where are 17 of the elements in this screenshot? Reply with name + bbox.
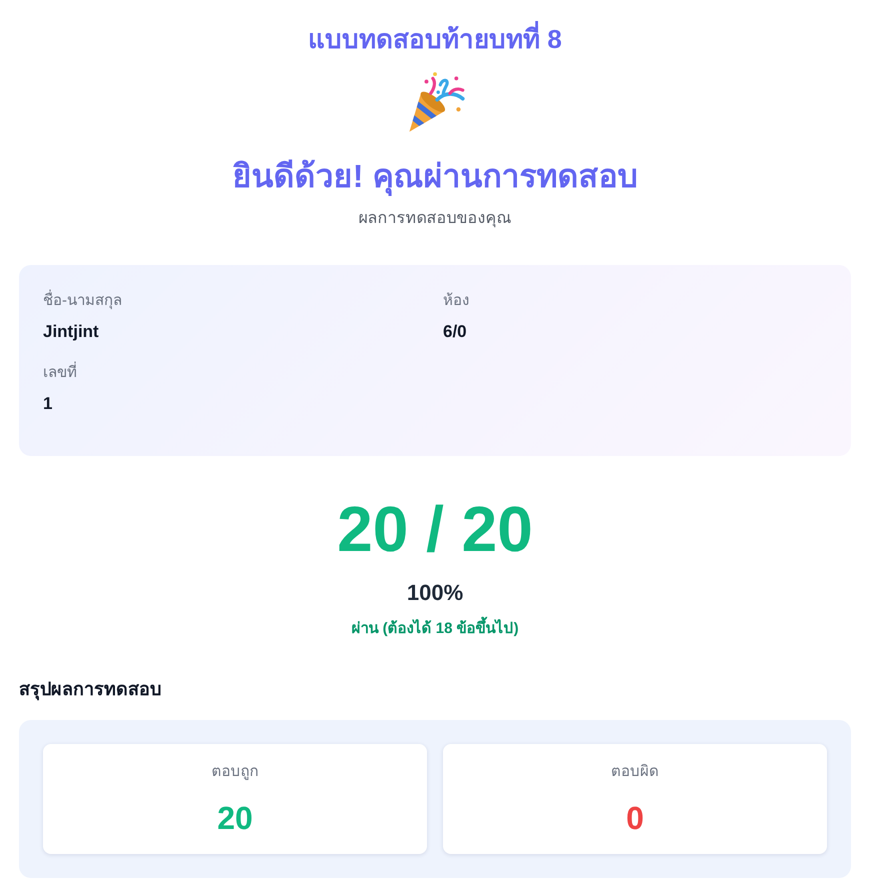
- congratulations-heading: ยินดีด้วย! คุณผ่านการทดสอบ: [232, 157, 638, 198]
- summary-title: สรุปผลการทดสอบ: [19, 678, 161, 701]
- pass-status: ผ่าน (ต้องได้ 18 ข้อขึ้นไป): [351, 619, 519, 639]
- stat-value: 20: [217, 799, 253, 838]
- quiz-title: แบบทดสอบท้ายบทที่ 8: [308, 22, 562, 56]
- field-value: 6/0: [443, 321, 467, 343]
- score-percent: 100%: [406, 579, 464, 607]
- field-value: Jintjint: [43, 321, 99, 343]
- field-label: ห้อง: [443, 291, 469, 311]
- score-value: 20 / 20: [337, 492, 533, 567]
- subtitle: ผลการทดสอบของคุณ: [358, 209, 512, 230]
- stat-label: ตอบถูก: [212, 762, 258, 782]
- field-value: 1: [43, 393, 52, 415]
- stat-label: ตอบผิด: [611, 762, 659, 782]
- stat-value: 0: [626, 799, 644, 838]
- field-label: เลขที่: [43, 363, 77, 383]
- field-label: ชื่อ-นามสกุล: [43, 291, 122, 311]
